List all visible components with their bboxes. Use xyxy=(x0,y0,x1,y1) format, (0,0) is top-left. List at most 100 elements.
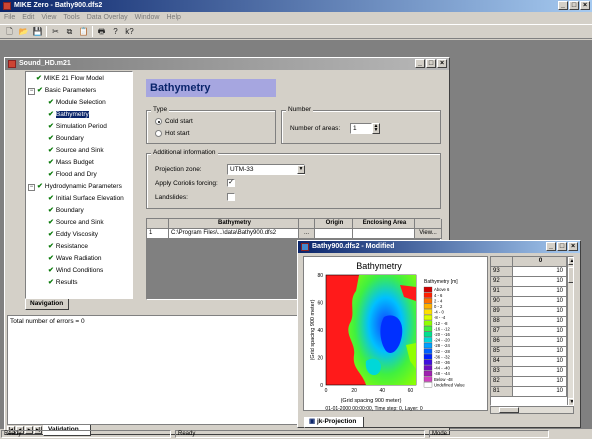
menu-tools[interactable]: Tools xyxy=(63,12,79,23)
scroll-up-icon[interactable]: ▲ xyxy=(568,257,573,265)
projection-select[interactable]: UTM-33 xyxy=(227,164,305,175)
tree-item[interactable]: ✔ Boundary xyxy=(48,134,84,143)
grid-value-cell[interactable]: 10 xyxy=(513,277,567,287)
view-button[interactable]: View... xyxy=(415,229,442,239)
grid-column-header[interactable]: 0 xyxy=(513,257,567,267)
maximize-icon[interactable]: □ xyxy=(426,59,436,68)
tab-navigation[interactable]: Navigation xyxy=(25,299,69,310)
grid-value-cell[interactable]: 10 xyxy=(513,357,567,367)
tree-item[interactable]: ✔ Boundary xyxy=(48,206,84,215)
grid-value-cell[interactable]: 10 xyxy=(513,387,567,397)
tree-item[interactable]: ✔ Flood and Dry xyxy=(48,170,97,179)
menu-view[interactable]: View xyxy=(41,12,56,23)
paste-icon[interactable]: 📋 xyxy=(78,26,89,37)
scroll-thumb[interactable] xyxy=(568,267,573,283)
tree-item-label: Mass Budget xyxy=(55,159,94,166)
bathymetry-map[interactable]: Bathymetry 806040200 0 20 40 60 (Grid sp… xyxy=(304,257,489,412)
menu-data-overlay[interactable]: Data Overlay xyxy=(87,12,128,23)
collapse-icon[interactable]: − xyxy=(28,88,35,95)
tree-item[interactable]: ✔ Results xyxy=(48,278,78,287)
tree-item[interactable]: ✔ Resistance xyxy=(48,242,88,251)
minimize-icon[interactable]: _ xyxy=(546,242,556,251)
menu-help[interactable]: Help xyxy=(167,12,181,23)
maximize-icon[interactable]: □ xyxy=(569,1,579,10)
tree-item[interactable]: ✔ Initial Surface Elevation xyxy=(48,194,124,203)
maximize-icon[interactable]: □ xyxy=(557,242,567,251)
tab-projection[interactable]: ▣ jk-Projection xyxy=(304,417,364,428)
menu-file[interactable]: File xyxy=(4,12,15,23)
bathymetry-path-cell[interactable]: C:\Program Files\...\data\Bathy900.dfs2 xyxy=(169,229,299,239)
app-title: MIKE Zero - Bathy900.dfs2 xyxy=(14,2,103,9)
x-axis-label: (Grid spacing 900 meter) xyxy=(341,398,402,404)
navigation-tree[interactable]: ✔ MIKE 21 Flow Model − ✔ Basic Parameters ✔ Mo… xyxy=(25,71,133,299)
close-icon[interactable]: × xyxy=(437,59,447,68)
save-icon[interactable]: 💾 xyxy=(32,26,43,37)
close-icon[interactable]: × xyxy=(568,242,578,251)
menu-edit[interactable]: Edit xyxy=(22,12,34,23)
legend-swatch xyxy=(423,376,433,382)
grid-scrollbar[interactable]: ▲ ▼ xyxy=(567,257,573,405)
areas-input[interactable]: 1 xyxy=(350,123,372,134)
enclosing-area-cell[interactable] xyxy=(353,229,415,239)
open-icon[interactable]: 📂 xyxy=(18,26,29,37)
areas-stepper[interactable]: ▲ ▼ xyxy=(372,123,380,134)
bathy-titlebar[interactable]: Bathy900.dfs2 - Modified _ □ × xyxy=(298,241,580,253)
tree-item[interactable]: ✔ Source and Sink xyxy=(48,218,104,227)
grid-value-cell[interactable]: 10 xyxy=(513,337,567,347)
browse-button[interactable]: ... xyxy=(299,229,315,239)
close-icon[interactable]: × xyxy=(580,1,590,10)
grid-value-cell[interactable]: 10 xyxy=(513,317,567,327)
tree-item[interactable]: ✔ Source and Sink xyxy=(48,146,104,155)
tree-item[interactable]: ✔ Mass Budget xyxy=(48,158,94,167)
scroll-down-icon[interactable]: ▼ xyxy=(568,398,573,405)
app-titlebar[interactable]: MIKE Zero - Bathy900.dfs2 _ □ × xyxy=(0,0,592,12)
grid-value-cell[interactable]: 10 xyxy=(513,267,567,277)
grid-row-index: 83 xyxy=(491,367,513,377)
new-icon[interactable]: 🗋 xyxy=(4,26,15,37)
copy-icon[interactable]: ⧉ xyxy=(64,26,75,37)
legend-label: 4 - 6 xyxy=(434,293,443,298)
context-help-icon[interactable]: k? xyxy=(124,26,135,37)
help-icon[interactable]: ? xyxy=(110,26,121,37)
grid-hscrollbar[interactable] xyxy=(490,406,574,414)
grid-value-cell[interactable]: 10 xyxy=(513,287,567,297)
tree-item[interactable]: ✔ Simulation Period xyxy=(48,122,107,131)
tree-item[interactable]: − ✔ Basic Parameters xyxy=(28,86,96,95)
grid-value-cell[interactable]: 10 xyxy=(513,307,567,317)
origin-cell[interactable] xyxy=(315,229,353,239)
value-grid[interactable]: 0 93 10 92 10 91 10 90 10 89 10 88 10 87 10 86 10 85 10 84… xyxy=(490,256,574,406)
print-icon[interactable]: 🖶 xyxy=(96,26,107,37)
sound-hd-titlebar[interactable]: Sound_HD.m21 _ □ × xyxy=(5,58,449,70)
landslides-checkbox[interactable] xyxy=(227,193,235,201)
minimize-icon[interactable]: _ xyxy=(558,1,568,10)
collapse-icon[interactable]: − xyxy=(28,184,35,191)
hscroll-thumb[interactable] xyxy=(499,407,519,413)
page-title: Bathymetry xyxy=(146,79,276,97)
grid-value-cell[interactable]: 10 xyxy=(513,377,567,387)
cold-start-radio[interactable]: Cold start xyxy=(155,118,193,125)
tree-item[interactable]: ✔ Eddy Viscosity xyxy=(48,230,98,239)
grid-value-cell[interactable]: 10 xyxy=(513,347,567,357)
chevron-down-icon[interactable]: ▼ xyxy=(297,165,305,174)
tree-item[interactable]: − ✔ Hydrodynamic Parameters xyxy=(28,182,122,191)
tree-item[interactable]: ✔ Bathymetry xyxy=(48,110,89,119)
minimize-icon[interactable]: _ xyxy=(415,59,425,68)
tree-item[interactable]: ✔ Wave Radiation xyxy=(48,254,102,263)
legend-label: 2 - 4 xyxy=(434,298,443,303)
grid-value-cell[interactable]: 10 xyxy=(513,367,567,377)
legend-label: -12 - -8 xyxy=(434,321,448,326)
menu-window[interactable]: Window xyxy=(135,12,160,23)
bathy-window: Bathy900.dfs2 - Modified _ □ × Bathymetr… xyxy=(297,240,581,428)
grid-value-cell[interactable]: 10 xyxy=(513,327,567,337)
y-axis-label: (Grid spacing 900 meter) xyxy=(310,299,316,360)
errors-text: Total number of errors = 0 xyxy=(10,318,85,325)
tree-item-label: Source and Sink xyxy=(55,147,104,154)
cut-icon[interactable]: ✂ xyxy=(50,26,61,37)
tree-item[interactable]: ✔ Module Selection xyxy=(48,98,106,107)
mdi-workspace: Sound_HD.m21 _ □ × ✔ MIKE 21 Flow Model − ✔… xyxy=(0,40,592,436)
coriolis-checkbox[interactable]: ✓ xyxy=(227,179,235,187)
tree-item[interactable]: ✔ MIKE 21 Flow Model xyxy=(36,74,104,83)
hot-start-radio[interactable]: Hot start xyxy=(155,130,190,137)
tree-item[interactable]: ✔ Wind Conditions xyxy=(48,266,103,275)
grid-value-cell[interactable]: 10 xyxy=(513,297,567,307)
